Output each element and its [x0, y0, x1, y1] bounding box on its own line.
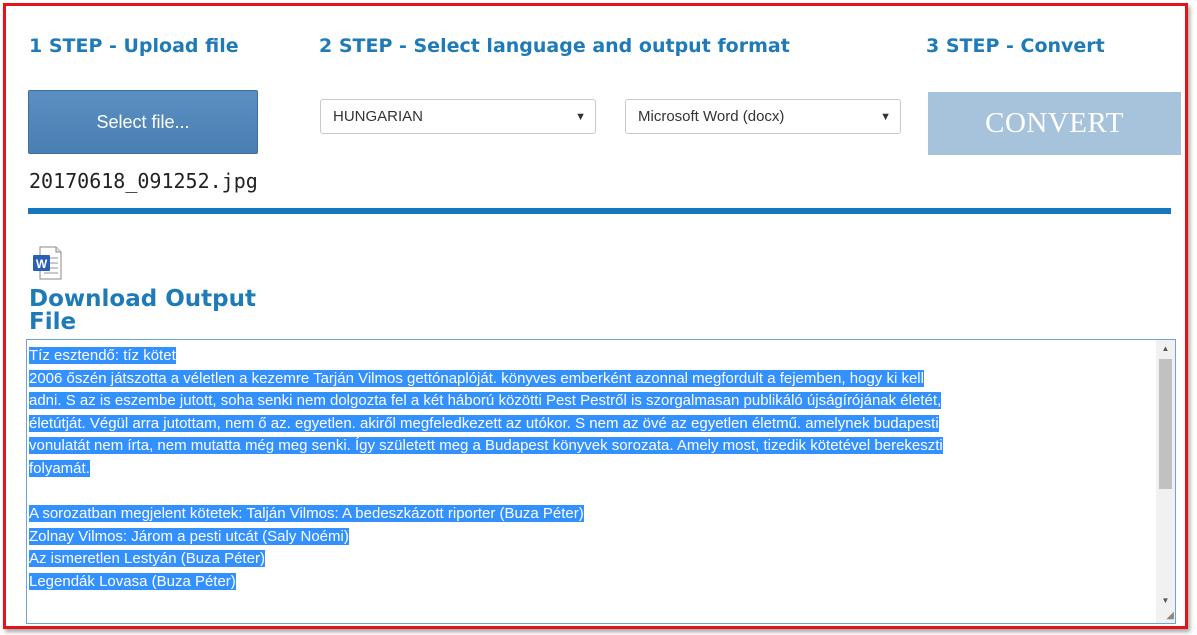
scrollbar-thumb[interactable] [1159, 359, 1172, 489]
output-text-line: Zolnay Vilmos: Járom a pesti utcát (Saly… [29, 526, 1151, 549]
output-format-select[interactable]: Microsoft Word (docx) ▼ [625, 99, 901, 134]
selected-text: 2006 őszén játszotta a véletlen a kezemr… [29, 369, 924, 387]
step-2-heading: 2 STEP - Select language and output form… [319, 35, 790, 57]
output-text-line: folyamát. [29, 458, 1151, 481]
step-3-heading: 3 STEP - Convert [926, 35, 1105, 57]
select-file-button[interactable]: Select file... [28, 90, 258, 154]
selected-text: Legendák Lovasa (Buza Péter) [29, 572, 236, 590]
output-text-line: Az ismeretlen Lestyán (Buza Péter) [29, 548, 1151, 571]
selected-text: A sorozatban megjelent kötetek: Talján V… [29, 505, 584, 523]
output-text-line: A sorozatban megjelent kötetek: Talján V… [29, 503, 1151, 526]
selected-text: vonulatát nem írta, nem mutatta még meg … [29, 437, 943, 455]
resize-grip-icon[interactable]: ◢ [1162, 610, 1174, 622]
selected-text: Tíz esztendő: tíz kötet [29, 347, 176, 364]
output-text-line: vonulatát nem írta, nem mutatta még meg … [29, 435, 1151, 458]
chevron-down-icon: ▼ [575, 111, 586, 123]
output-text-content: Tíz esztendő: tíz kötet 2006 őszén játsz… [29, 345, 1151, 594]
output-text-line: 2006 őszén játszotta a véletlen a kezemr… [29, 368, 1151, 391]
output-text-line: adni. S az is eszembe jutott, soha senki… [29, 390, 1151, 413]
output-text-line: életútját. Végül arra jutottam, nem ő az… [29, 413, 1151, 436]
step-1-heading: 1 STEP - Upload file [29, 35, 239, 57]
output-text-line: Legendák Lovasa (Buza Péter) [29, 571, 1151, 594]
chevron-down-icon: ▼ [880, 111, 891, 123]
word-document-icon[interactable]: W [32, 246, 62, 280]
output-textarea[interactable]: Tíz esztendő: tíz kötet 2006 őszén játsz… [26, 339, 1176, 624]
output-text-line [29, 481, 1151, 504]
selected-text: adni. S az is eszembe jutott, soha senki… [29, 392, 942, 410]
selected-text: folyamát. [29, 459, 90, 477]
selected-text: Az ismeretlen Lestyán (Buza Péter) [29, 550, 265, 568]
converter-panel: 1 STEP - Upload file 2 STEP - Select lan… [3, 3, 1188, 629]
selected-text: Zolnay Vilmos: Járom a pesti utcát (Saly… [29, 527, 349, 545]
language-select[interactable]: HUNGARIAN ▼ [320, 99, 596, 134]
vertical-scrollbar[interactable]: ▲ ▼ [1156, 340, 1175, 623]
divider [28, 208, 1171, 214]
download-output-link[interactable]: Download Output File [29, 288, 289, 334]
convert-button[interactable]: CONVERT [928, 92, 1181, 155]
output-text-line: Tíz esztendő: tíz kötet [29, 345, 1151, 368]
language-select-value: HUNGARIAN [333, 108, 424, 125]
output-format-select-value: Microsoft Word (docx) [638, 108, 785, 125]
scroll-up-icon[interactable]: ▲ [1156, 340, 1175, 357]
scroll-down-icon[interactable]: ▼ [1156, 592, 1175, 609]
svg-text:W: W [36, 257, 48, 271]
selected-filename: 20170618_091252.jpg [29, 169, 258, 193]
selected-text: életútját. Végül arra jutottam, nem ő az… [29, 414, 939, 432]
